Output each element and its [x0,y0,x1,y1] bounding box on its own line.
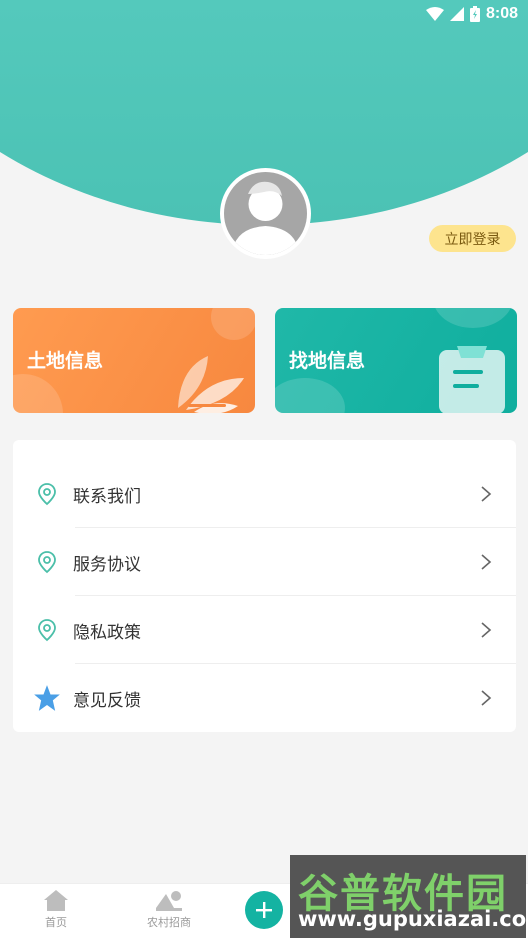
tab-rural-investment[interactable]: 农村招商 [134,888,204,930]
wifi-icon [425,7,444,21]
village-icon [156,891,182,911]
home-icon [44,890,68,911]
clock: 8:08 [485,5,518,22]
status-bar: 8:08 [0,0,528,28]
land-info-title: 土地信息 [27,350,104,372]
location-pin-icon [38,551,56,574]
clipboard-icon [439,346,505,413]
menu-item-privacy[interactable]: 隐私政策 [13,596,516,664]
location-pin-icon [38,619,56,642]
user-placeholder-icon [232,181,299,255]
star-icon [34,685,60,711]
chevron-right-icon [481,486,492,502]
find-land-card[interactable]: 找地信息 [275,308,517,413]
tab-label: 首页 [45,916,67,929]
chevron-right-icon [481,690,492,706]
leaf-icon [178,356,244,413]
menu-item-contact[interactable]: 联系我们 [13,460,516,528]
menu-item-label: 意见反馈 [73,690,141,711]
watermark: 谷普软件园 www.gupuxiazai.com [290,855,526,938]
plus-icon [256,902,272,918]
menu-item-label: 联系我们 [73,486,141,507]
location-pin-icon [38,483,56,506]
menu-item-service-agreement[interactable]: 服务协议 [13,528,516,596]
tab-home[interactable]: 首页 [21,888,91,930]
login-button[interactable]: 立即登录 [429,225,516,252]
chevron-right-icon [481,622,492,638]
menu-item-label: 隐私政策 [73,622,141,643]
menu-item-feedback[interactable]: 意见反馈 [13,664,516,732]
signal-icon [449,7,464,21]
chevron-right-icon [481,554,492,570]
watermark-url: www.gupuxiazai.com [298,907,526,931]
menu-item-label: 服务协议 [73,554,141,575]
battery-icon [469,6,480,22]
settings-menu: 联系我们 服务协议 隐私政策 意见反馈 [13,440,516,732]
tab-label: 农村招商 [147,916,191,929]
avatar[interactable] [220,168,311,259]
land-info-card[interactable]: 土地信息 [13,308,255,413]
add-button[interactable] [245,891,283,929]
find-land-title: 找地信息 [289,350,366,372]
